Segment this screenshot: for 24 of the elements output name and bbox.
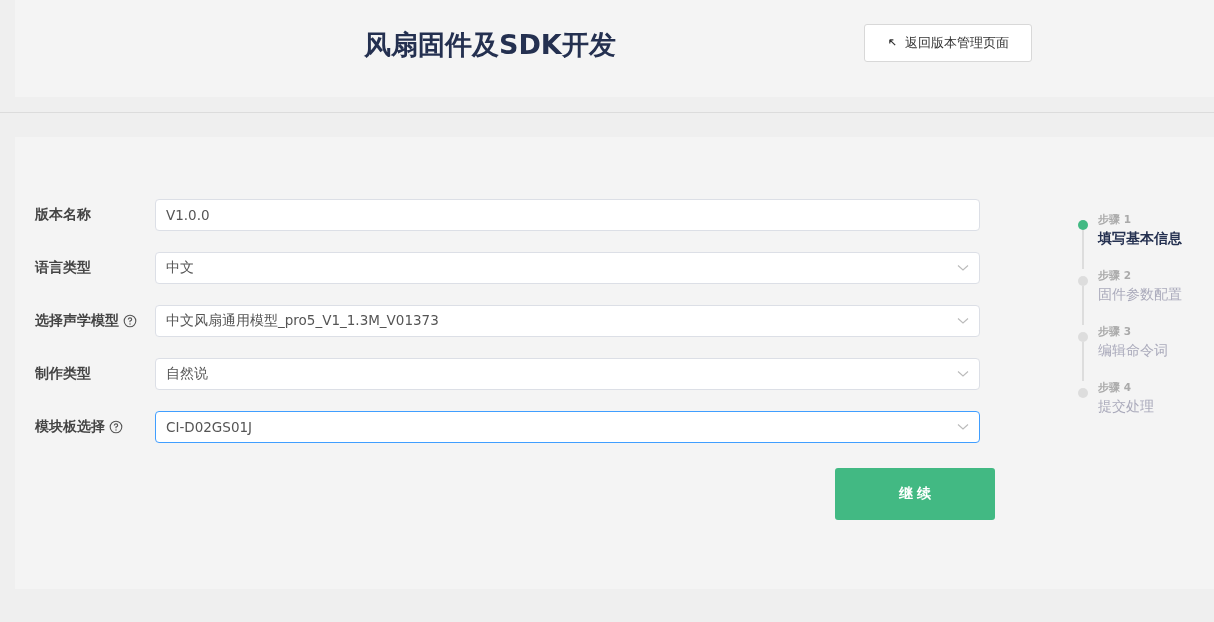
- field-label: 模块板选择: [35, 418, 105, 436]
- field-label: 语言类型: [35, 259, 91, 277]
- chevron-down-icon: [957, 370, 969, 378]
- select-field[interactable]: 中文: [155, 252, 980, 284]
- chevron-down-icon: [957, 317, 969, 325]
- help-icon[interactable]: [109, 420, 123, 434]
- step-number: 步骤 1: [1098, 213, 1132, 227]
- select-field[interactable]: 中文风扇通用模型_pro5_V1_1.3M_V01373: [155, 305, 980, 337]
- select-field[interactable]: 自然说: [155, 358, 980, 390]
- chevron-down-icon: [957, 264, 969, 272]
- input-field[interactable]: V1.0.0: [155, 199, 980, 231]
- step-number: 步骤 2: [1098, 269, 1132, 283]
- arrow-icon: [887, 38, 897, 47]
- field-label: 版本名称: [35, 206, 91, 224]
- step-number: 步骤 4: [1098, 381, 1132, 395]
- field-label: 制作类型: [35, 365, 91, 383]
- step-title[interactable]: 填写基本信息: [1098, 230, 1182, 248]
- help-icon[interactable]: [123, 314, 137, 328]
- field-label: 选择声学模型: [35, 312, 119, 330]
- back-button[interactable]: 返回版本管理页面: [864, 23, 1032, 62]
- page-title: 风扇固件及SDK开发: [364, 27, 616, 62]
- step-number: 步骤 3: [1098, 325, 1132, 339]
- chevron-down-icon: [957, 423, 969, 431]
- select-field[interactable]: CI-D02GS01J: [155, 411, 980, 443]
